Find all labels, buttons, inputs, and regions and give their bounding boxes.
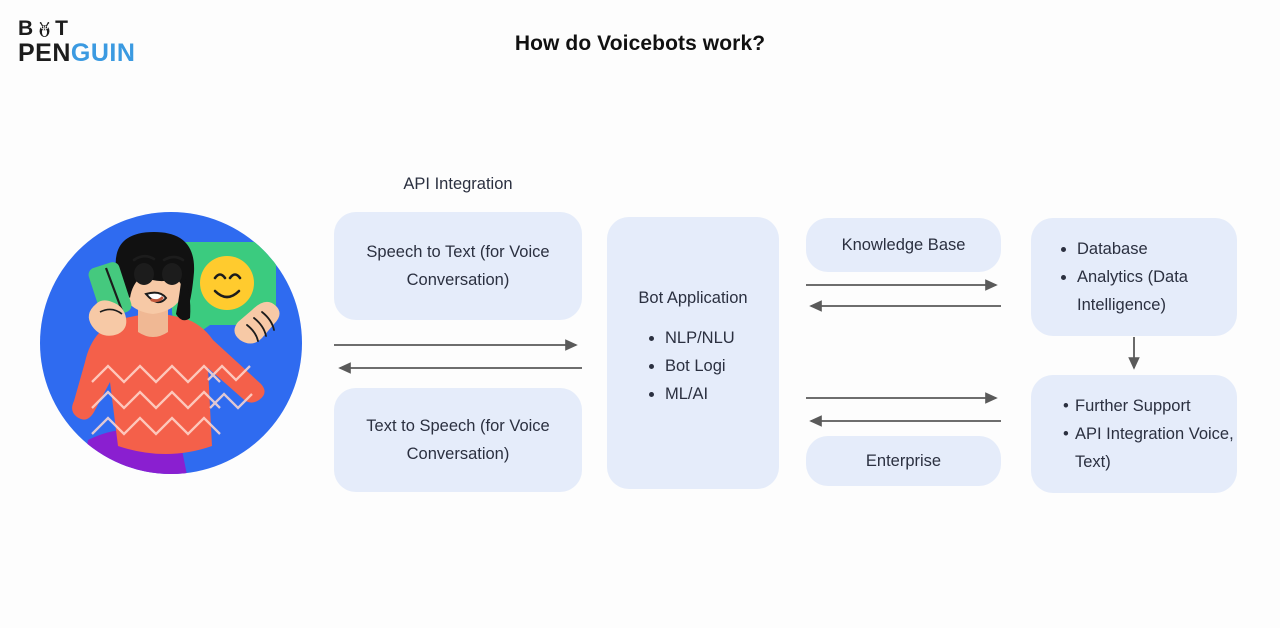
bot-application-list: NLP/NLU Bot Logi ML/AI (607, 324, 779, 408)
speech-to-text-label: Speech to Text (for Voice Conversation) (366, 243, 550, 289)
bot-application-box[interactable]: Bot Application NLP/NLU Bot Logi ML/AI (607, 217, 779, 489)
list-item: NLP/NLU (665, 324, 779, 352)
list-item: Database (1077, 235, 1237, 263)
speech-to-text-box[interactable]: Speech to Text (for Voice Conversation) (334, 212, 582, 320)
further-support-list: Further Support API Integration Voice, T… (1031, 392, 1237, 476)
list-item: Analytics (Data Intelligence) (1077, 263, 1237, 319)
api-integration-label: API Integration (403, 175, 513, 193)
knowledge-base-box[interactable]: Knowledge Base (806, 218, 1001, 272)
database-analytics-list: Database Analytics (Data Intelligence) (1031, 235, 1237, 319)
list-item: ML/AI (665, 380, 779, 408)
voicebot-flow-diagram: API Integration Speech to Text (for Voic… (0, 0, 1280, 628)
list-item: API Integration Voice, Text) (1063, 420, 1237, 476)
list-item: Further Support (1063, 392, 1237, 420)
enterprise-box[interactable]: Enterprise (806, 436, 1001, 486)
enterprise-label: Enterprise (865, 452, 942, 470)
text-to-speech-label: Text to Speech (for Voice Conversation) (366, 417, 550, 463)
database-analytics-box[interactable]: Database Analytics (Data Intelligence) (1031, 218, 1237, 336)
list-item: Bot Logi (665, 352, 779, 380)
knowledge-base-label: Knowledge Base (841, 236, 966, 254)
woman-on-phone-illustration (40, 212, 302, 474)
further-support-box[interactable]: Further Support API Integration Voice, T… (1031, 375, 1237, 493)
bot-application-title: Bot Application (638, 289, 748, 307)
text-to-speech-box[interactable]: Text to Speech (for Voice Conversation) (334, 388, 582, 492)
